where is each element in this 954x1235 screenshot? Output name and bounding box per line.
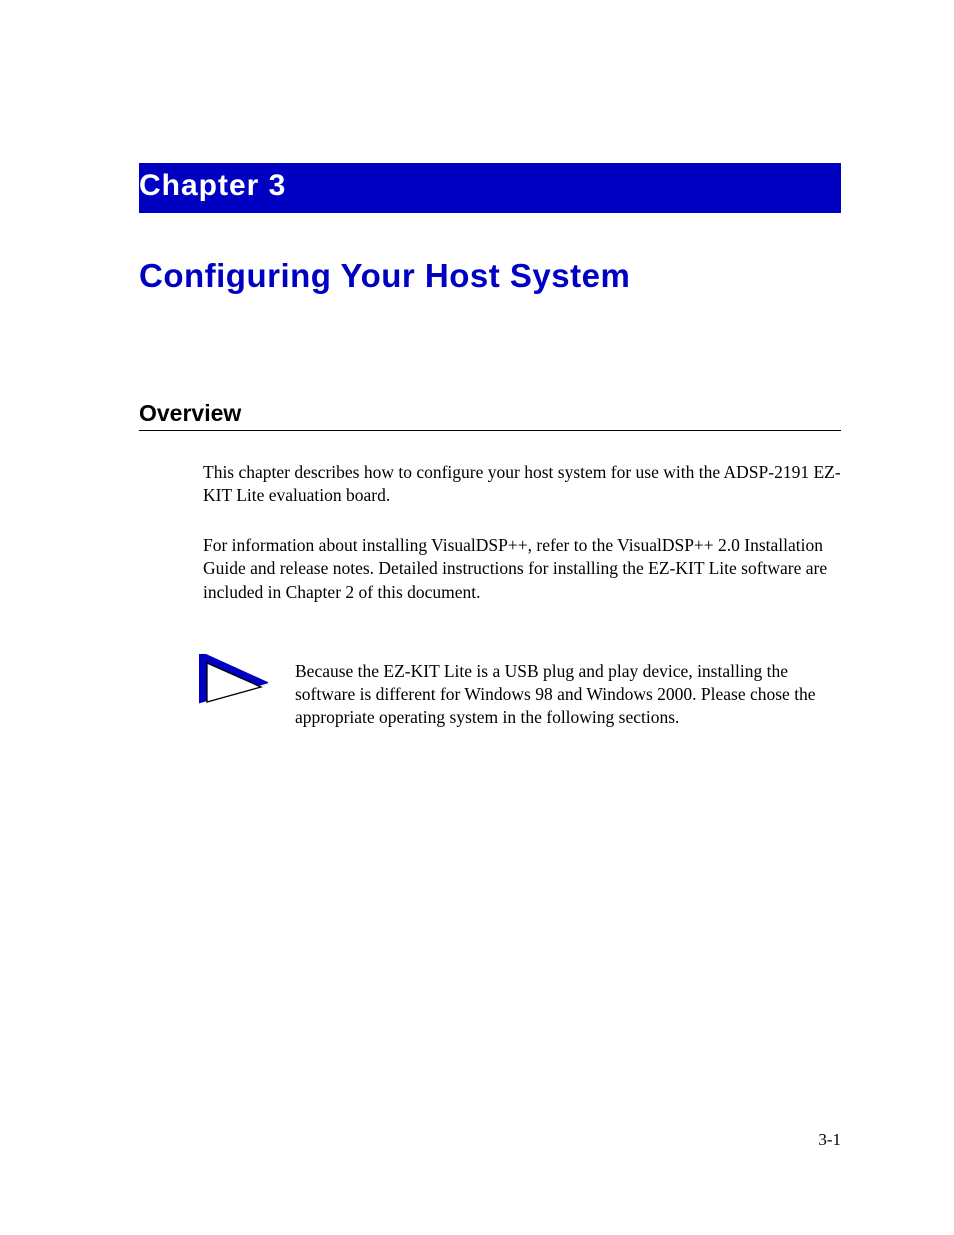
- paragraph-1: This chapter describes how to configure …: [203, 461, 841, 508]
- note-paragraph: Because the EZ-KIT Lite is a USB plug an…: [295, 660, 841, 729]
- section-rule: [139, 430, 841, 431]
- section-heading: Overview: [139, 400, 241, 427]
- page: Chapter 3 Configuring Your Host System O…: [0, 0, 954, 1235]
- page-number: 3-1: [818, 1130, 841, 1150]
- note-icon: [198, 654, 268, 706]
- chapter-title: Configuring Your Host System: [139, 257, 630, 295]
- chapter-number: Chapter 3: [139, 169, 286, 203]
- paragraph-2: For information about installing VisualD…: [203, 534, 841, 604]
